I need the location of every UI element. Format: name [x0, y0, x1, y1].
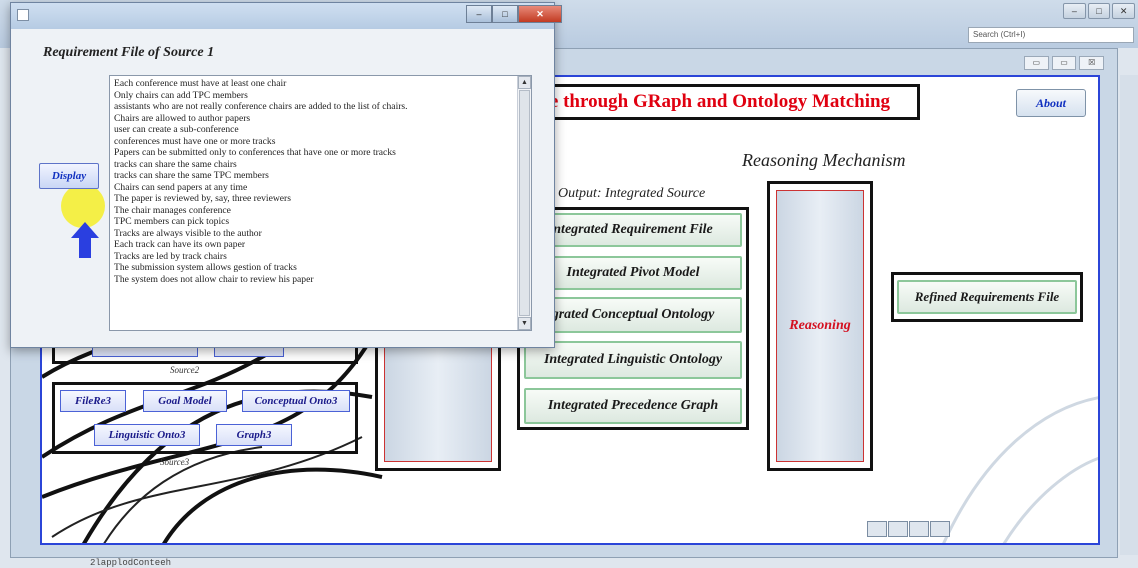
linguistic-onto3-button[interactable]: Linguistic Onto3 [94, 424, 200, 446]
requirement-line: The submission system allows gestion of … [114, 262, 297, 273]
requirements-list: Each conference must have at least one c… [114, 78, 515, 285]
requirement-line: assistants who are not really conference… [114, 101, 408, 112]
os-window-controls: – □ ✕ [1063, 3, 1136, 19]
refined-requirements-file-button[interactable]: Refined Requirements File [897, 280, 1077, 314]
reasoning-panel: Reasoning [767, 181, 873, 471]
dialog-body: Requirement File of Source 1 Display Eac… [17, 29, 548, 341]
nav-button-4[interactable] [930, 521, 950, 537]
integrated-requirement-file-button[interactable]: ntegrated Requirement File [524, 213, 742, 247]
dialog-maximize-button[interactable]: □ [492, 5, 518, 23]
search-input[interactable]: Search (Ctrl+I) [968, 27, 1134, 43]
integrated-pivot-model-button[interactable]: Integrated Pivot Model [524, 256, 742, 290]
right-edge-panel [1120, 75, 1138, 555]
requirement-line: Papers can be submitted only to conferen… [114, 147, 396, 158]
display-button[interactable]: Display [39, 163, 99, 189]
requirement-line: user can create a sub-conference [114, 124, 239, 135]
nav-button-1[interactable] [867, 521, 887, 537]
app-inner-window-controls: ▭ ▭ ☒ [1024, 56, 1105, 70]
requirement-line: The paper is reviewed by, say, three rev… [114, 193, 291, 204]
goal-model-button[interactable]: Goal Model [143, 390, 227, 412]
output-heading: Output: Integrated Source [558, 186, 706, 201]
dialog-heading: Requirement File of Source 1 [43, 45, 215, 60]
requirement-line: Only chairs can add TPC members [114, 89, 248, 101]
dialog-titlebar[interactable]: – □ ✕ [11, 3, 562, 29]
requirements-text-area[interactable]: Each conference must have at least one c… [109, 75, 532, 331]
requirement-line: tracks can share the same chairs [114, 158, 237, 170]
arrow-up-icon [71, 222, 99, 258]
dialog-close-button[interactable]: ✕ [518, 5, 562, 23]
source3-label: Source3 [160, 457, 190, 467]
window-icon [17, 9, 29, 21]
dialog-window-controls: – □ ✕ [466, 5, 562, 23]
status-text: 2lapplodConteeh [90, 558, 172, 568]
close-button[interactable]: ✕ [1112, 3, 1136, 19]
dialog-minimize-button[interactable]: – [466, 5, 492, 23]
requirement-line: Chairs can send papers at any time [114, 181, 248, 193]
conceptual-onto3-button[interactable]: Conceptual Onto3 [242, 390, 350, 412]
about-button[interactable]: About [1016, 89, 1086, 117]
source2-label: Source2 [170, 365, 200, 375]
requirement-line: Chairs are allowed to author papers [114, 112, 251, 124]
reasoning-mechanism-heading: Reasoning Mechanism [742, 150, 906, 170]
pivot-panel [375, 330, 501, 471]
requirement-line: conferences must have one or more tracks [114, 135, 276, 147]
requirement-line: TPC members can pick topics [114, 216, 230, 227]
inner-close-button[interactable]: ☒ [1079, 56, 1105, 70]
requirement-line: Each track can have its own paper [114, 239, 246, 250]
requirement-line: The chair manages conference [114, 204, 231, 216]
inner-minimize-button[interactable]: ▭ [1024, 56, 1049, 70]
app-title-box: e through GRaph and Ontology Matching [520, 84, 920, 120]
navigation-buttons [867, 521, 950, 537]
nav-button-2[interactable] [888, 521, 908, 537]
requirement-line: tracks can share the same TPC members [114, 170, 269, 181]
app-title: e through GRaph and Ontology Matching [549, 91, 891, 112]
requirement-file-dialog: – □ ✕ Requirement File of Source 1 Displ… [10, 2, 562, 348]
requirement-line: The system does not allow chair to revie… [114, 273, 314, 285]
requirement-line: Each conference must have at least one c… [114, 78, 287, 89]
maximize-button[interactable]: □ [1087, 3, 1111, 19]
graph3-button[interactable]: Graph3 [216, 424, 292, 446]
requirement-line: Tracks are led by track chairs [114, 250, 227, 262]
nav-button-3[interactable] [909, 521, 929, 537]
inner-restore-button[interactable]: ▭ [1051, 56, 1077, 70]
scrollbar-thumb[interactable] [519, 90, 530, 316]
scroll-up-icon[interactable]: ▲ [518, 76, 531, 89]
integrated-precedence-graph-button[interactable]: Integrated Precedence Graph [524, 388, 742, 424]
pivot-button-frame[interactable] [384, 339, 492, 462]
requirement-line: Tracks are always visible to the author [114, 227, 262, 239]
integrated-conceptual-ontology-button[interactable]: grated Conceptual Ontology [524, 297, 742, 333]
vertical-scrollbar[interactable]: ▲ ▼ [517, 76, 531, 330]
reasoning-button-label: Reasoning [789, 318, 851, 333]
filere3-button[interactable]: FileRe3 [60, 390, 126, 412]
integrated-linguistic-ontology-button[interactable]: Integrated Linguistic Ontology [524, 341, 742, 379]
minimize-button[interactable]: – [1063, 3, 1086, 19]
scroll-down-icon[interactable]: ▼ [518, 317, 531, 330]
